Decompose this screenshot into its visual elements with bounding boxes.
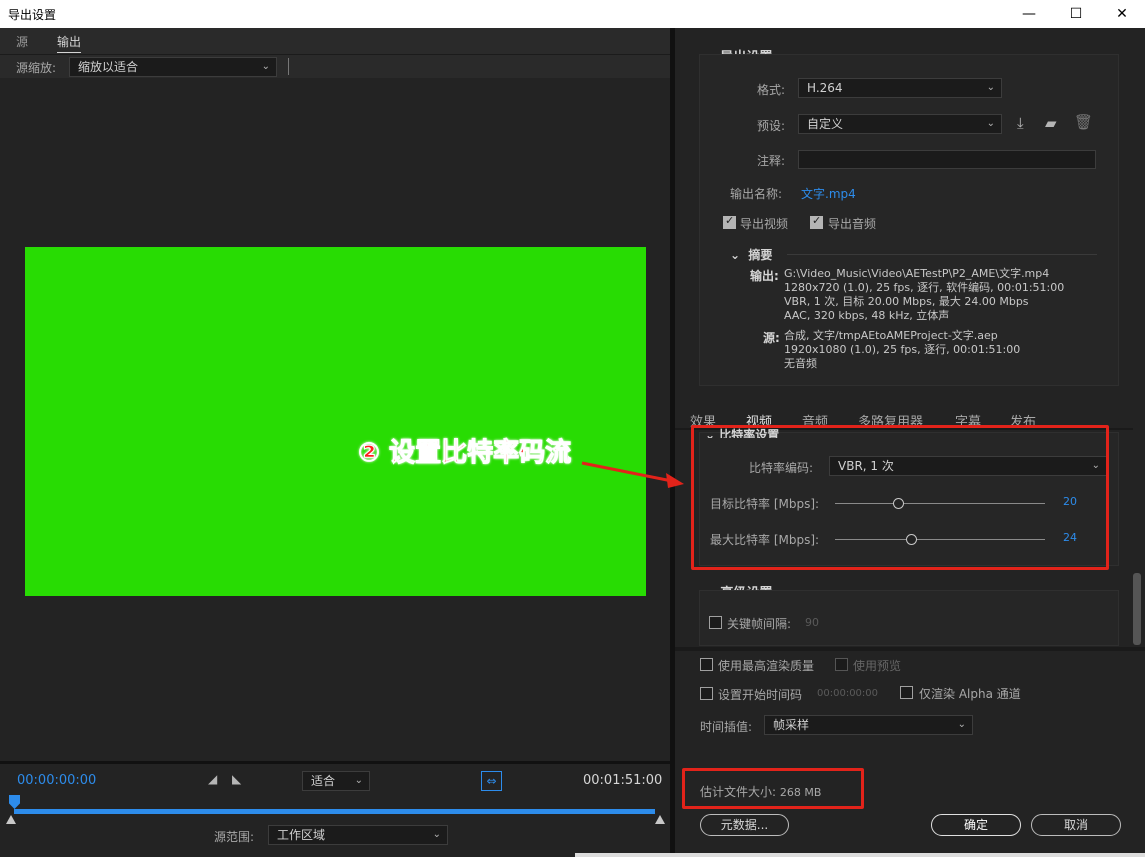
render-alpha-label: 仅渲染 Alpha 通道	[919, 687, 1021, 701]
set-start-timecode-label: 设置开始时间码	[718, 688, 803, 702]
max-render-quality-checkbox[interactable]	[700, 658, 713, 671]
max-render-quality-label: 使用最高渲染质量	[718, 659, 815, 673]
scrollbar-thumb[interactable]	[1133, 573, 1141, 645]
keyframe-distance-label: 关键帧间隔:	[727, 617, 792, 631]
preview-tabs: 源 输出	[0, 28, 670, 54]
chevron-down-icon: ⌄	[354, 775, 363, 786]
output-name-link[interactable]: 文字.mp4	[801, 185, 856, 202]
metadata-button[interactable]: 元数据...	[700, 814, 789, 836]
export-video-label: 导出视频	[740, 217, 789, 231]
export-audio-label: 导出音频	[828, 217, 877, 231]
summary-source-lines: 合成, 文字/tmpAEtoAMEProject-文字.aep 1920x108…	[784, 329, 1021, 370]
timecode-start[interactable]: 00:00:00:00	[17, 773, 96, 788]
close-button[interactable]: ✕	[1099, 0, 1145, 28]
comment-label: 注释:	[757, 154, 786, 168]
out-marker-icon[interactable]	[655, 815, 665, 824]
format-value: H.264	[807, 81, 843, 95]
minimize-button[interactable]: —	[1006, 0, 1052, 28]
set-out-point-icon[interactable]: ◣	[232, 772, 241, 786]
fit-dropdown[interactable]: 适合 ⌄	[302, 771, 370, 791]
maximize-button[interactable]: ☐	[1053, 0, 1099, 28]
start-timecode-value[interactable]: 00:00:00:00	[817, 688, 878, 699]
chevron-down-icon: ⌄	[986, 118, 995, 129]
set-in-point-icon[interactable]: ◢	[208, 772, 217, 786]
window-title: 导出设置	[8, 8, 57, 22]
bottom-divider	[675, 647, 1145, 651]
keyframe-distance-checkbox[interactable]	[709, 616, 722, 629]
summary-source-label: 源:	[763, 331, 780, 345]
preview-pane: 源 输出 源缩放: 缩放以适合 ⌄ ② 设置比特率码流 00:00:00:00 …	[0, 28, 670, 857]
use-preview-checkbox[interactable]	[835, 658, 848, 671]
timeline-divider	[0, 761, 670, 764]
annotation-box-bitrate	[691, 425, 1109, 570]
annotation-arrow-icon	[581, 461, 684, 488]
ok-button[interactable]: 确定	[931, 814, 1021, 836]
separator	[288, 58, 289, 75]
chevron-down-icon: ⌄	[986, 82, 995, 93]
tab-output[interactable]: 输出	[57, 33, 82, 53]
output-name-label: 输出名称:	[730, 187, 783, 201]
time-interpolation-value: 帧采样	[773, 718, 810, 732]
timecode-end: 00:01:51:00	[583, 773, 663, 788]
range-label: 源范围:	[214, 830, 255, 844]
format-dropdown[interactable]: H.264 ⌄	[798, 78, 1002, 98]
fit-value: 适合	[311, 774, 336, 788]
summary-output-lines: G:\Video_Music\Video\AETestP\P2_AME\文字.m…	[784, 267, 1065, 322]
preset-dropdown[interactable]: 自定义 ⌄	[798, 114, 1002, 134]
zoom-value: 缩放以适合	[78, 60, 139, 74]
preset-label: 预设:	[757, 119, 786, 133]
zoom-label: 源缩放:	[16, 61, 57, 75]
keyframe-distance-value[interactable]: 90	[805, 616, 819, 629]
summary-header[interactable]: ⌄ 摘要	[730, 246, 772, 263]
annotation-box-filesize	[682, 768, 864, 809]
export-video-checkbox[interactable]	[723, 214, 736, 229]
in-marker-icon[interactable]	[6, 815, 16, 824]
tab-source[interactable]: 源	[16, 33, 28, 50]
timeline-range-bar[interactable]	[14, 809, 655, 814]
zoom-bar: 源缩放: 缩放以适合 ⌄	[0, 54, 670, 78]
aspect-ratio-icon[interactable]: ⇔	[481, 771, 502, 791]
title-bar: 导出设置 — ☐ ✕	[0, 0, 1145, 28]
delete-preset-icon[interactable]: 🗑	[1074, 113, 1093, 131]
preview-frame	[25, 247, 646, 596]
save-preset-icon[interactable]: ⤓	[1017, 114, 1024, 132]
playhead-icon[interactable]	[9, 795, 20, 809]
export-audio-checkbox[interactable]	[810, 214, 823, 229]
render-alpha-checkbox[interactable]	[900, 686, 913, 699]
range-value: 工作区域	[277, 828, 326, 842]
preset-value: 自定义	[807, 117, 844, 131]
chevron-down-icon: ⌄	[261, 61, 270, 72]
cancel-button[interactable]: 取消	[1031, 814, 1121, 836]
comment-input[interactable]	[798, 150, 1096, 169]
zoom-dropdown[interactable]: 缩放以适合 ⌄	[69, 57, 277, 77]
format-label: 格式:	[757, 83, 786, 97]
range-dropdown[interactable]: 工作区域 ⌄	[268, 825, 448, 845]
chevron-down-icon: ⌄	[432, 829, 441, 840]
summary-output-label: 输出:	[750, 269, 779, 283]
import-preset-icon[interactable]: ▰	[1045, 114, 1057, 132]
chevron-down-icon: ⌄	[957, 719, 966, 730]
time-interpolation-label: 时间插值:	[700, 720, 753, 734]
summary-rule	[787, 254, 1097, 255]
bottom-edge	[575, 853, 1145, 857]
annotation-text: ② 设置比特率码流	[357, 438, 572, 469]
time-interpolation-dropdown[interactable]: 帧采样 ⌄	[764, 715, 973, 735]
set-start-timecode-checkbox[interactable]	[700, 687, 713, 700]
use-preview-label: 使用预览	[853, 659, 902, 673]
